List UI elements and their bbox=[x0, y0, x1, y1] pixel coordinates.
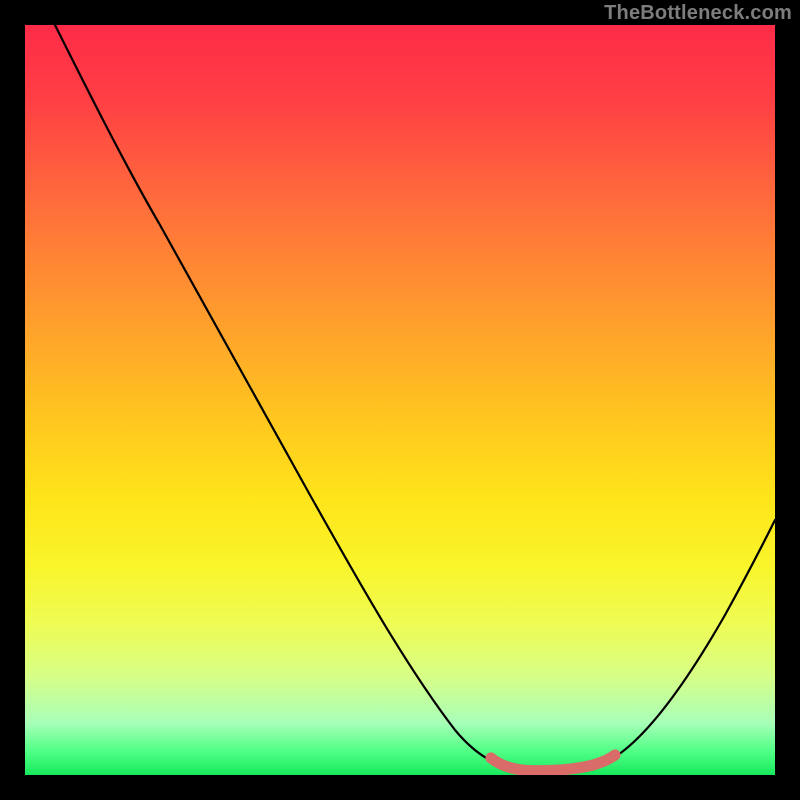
watermark-text: TheBottleneck.com bbox=[604, 2, 792, 25]
chart-svg bbox=[25, 25, 775, 775]
chart-frame: TheBottleneck.com bbox=[0, 0, 800, 800]
optimal-zone-path bbox=[491, 755, 615, 771]
optimal-zone-end-right bbox=[610, 750, 621, 761]
bottleneck-curve-path bbox=[55, 25, 775, 770]
plot-area bbox=[25, 25, 775, 775]
optimal-zone-end-left bbox=[486, 753, 497, 764]
